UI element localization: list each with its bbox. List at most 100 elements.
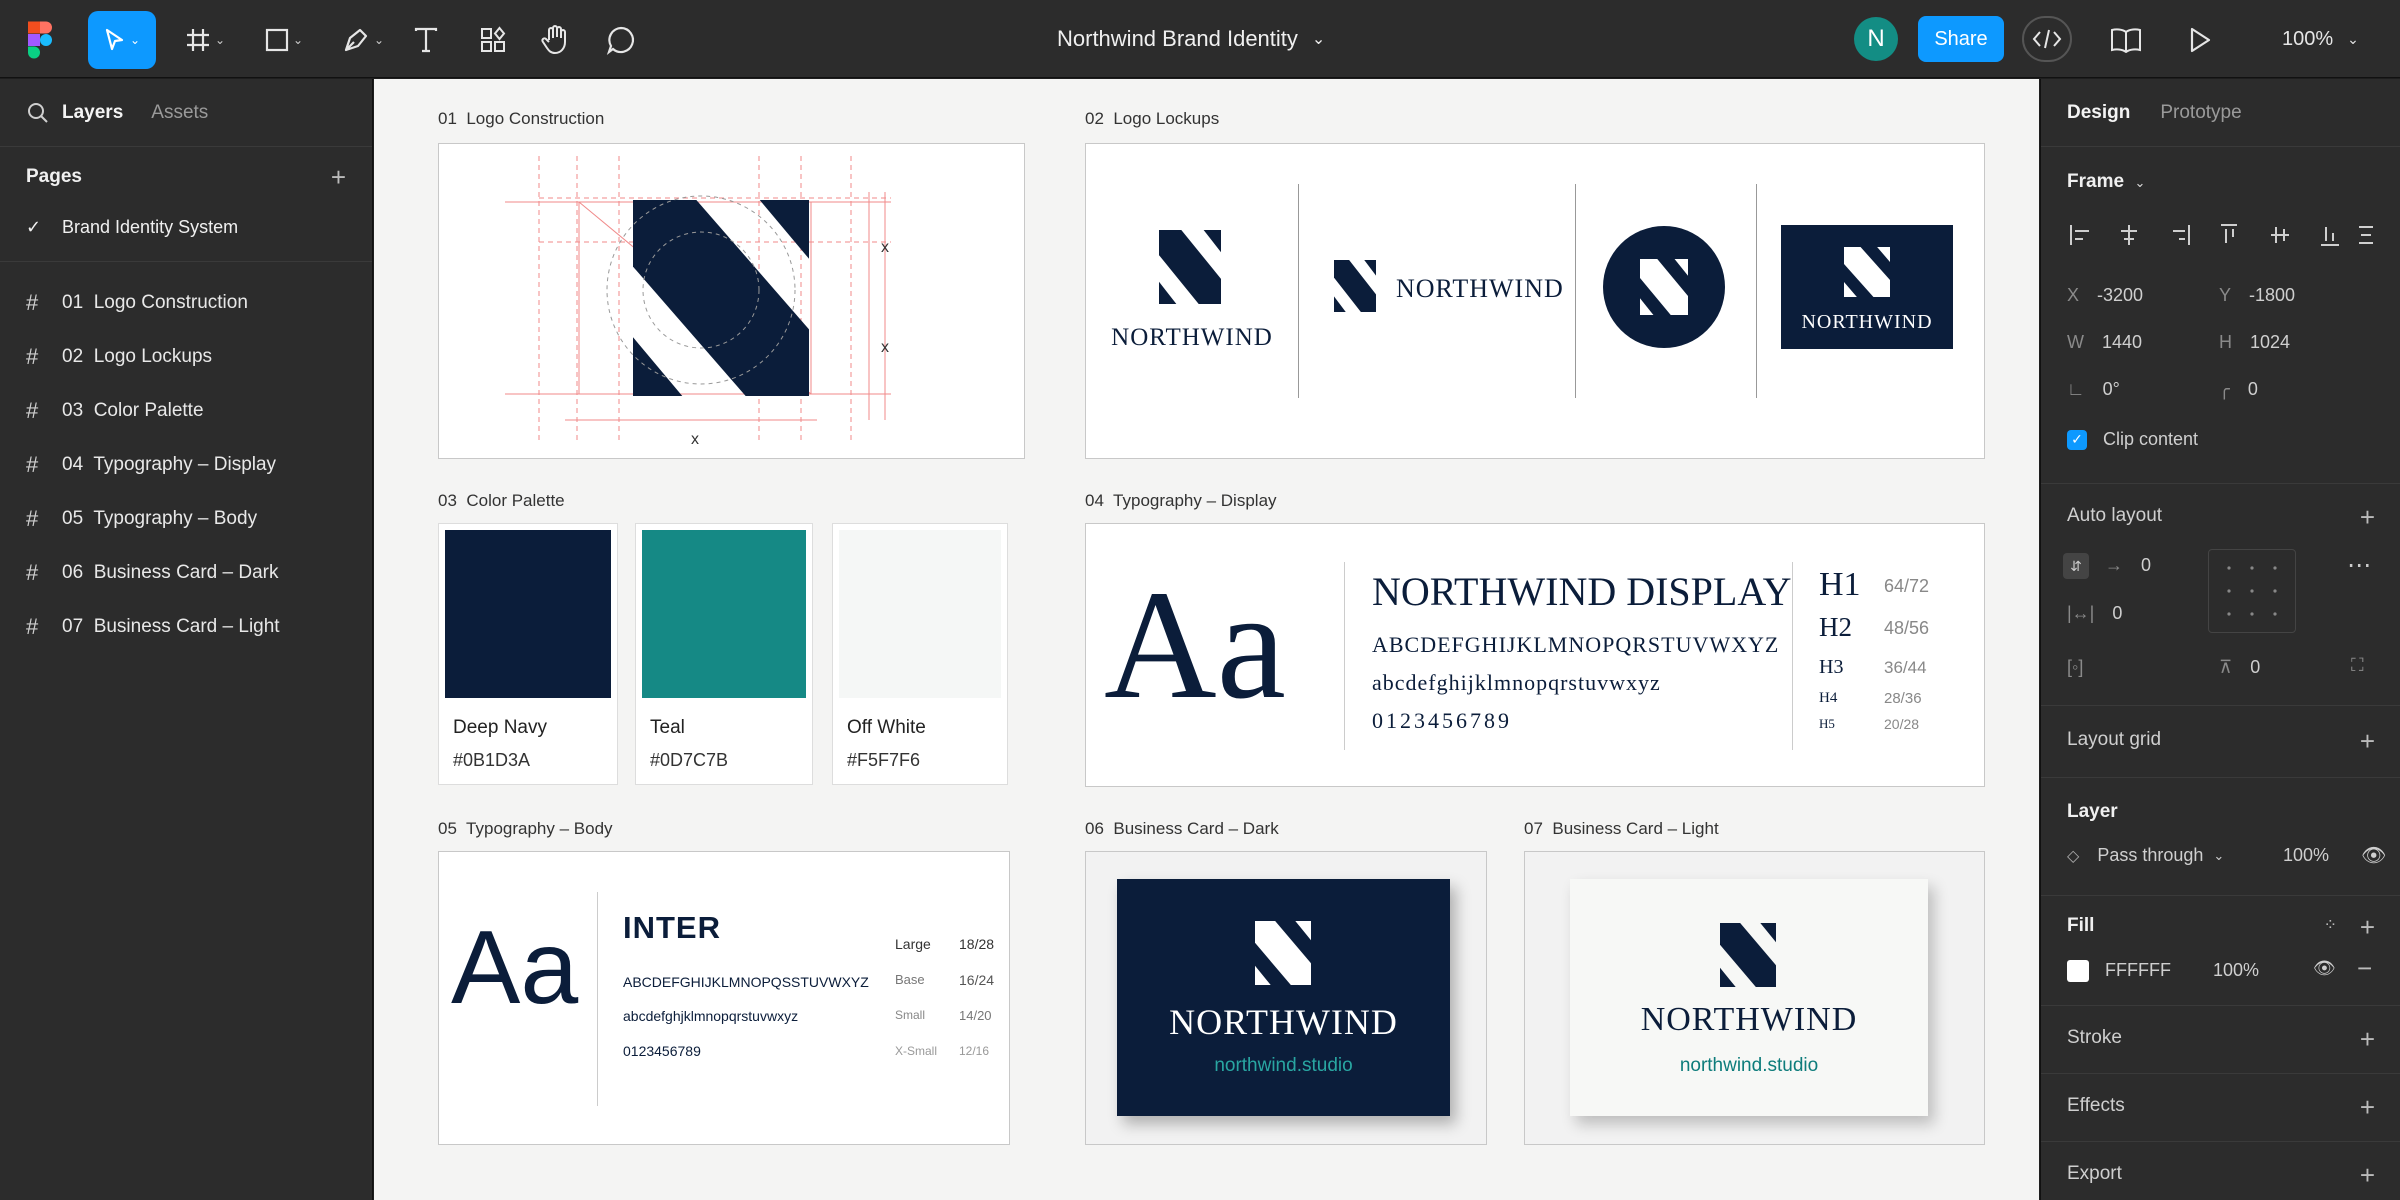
eye-icon[interactable]: 👁 [2313,958,2336,979]
scale-size: 12/16 [959,1044,990,1058]
swatch-color [642,530,806,698]
frame-label-typography-display[interactable]: 04 Typography – Display [1085,491,1277,511]
horizontal-padding-field[interactable]: |↔| 0 [2067,603,2122,624]
comment-tool-button[interactable] [602,11,640,69]
add-fill-icon[interactable]: + [2360,914,2375,940]
swatch-color [445,530,611,698]
present-button[interactable] [2182,11,2218,69]
vertical-padding-field[interactable]: ⊼ 0 [2219,657,2260,678]
resize-icon[interactable]: ⛶ [2351,655,2364,676]
fill-swatch[interactable] [2067,960,2089,982]
direction-horizontal-field[interactable]: → 0 [2105,555,2151,576]
layer-item-frame-04[interactable]: #04 Typography – Display [0,438,372,492]
x-field[interactable]: X -3200 [2067,285,2143,306]
layer-item-frame-06[interactable]: #06 Business Card – Dark [0,546,372,600]
text-tool-button[interactable] [408,11,444,69]
library-button[interactable] [2106,11,2146,69]
styles-icon[interactable]: ⁘ [2324,915,2337,935]
shape-tool-button[interactable]: ⌄ [254,11,314,69]
frame-business-card-dark[interactable]: NORTHWIND northwind.studio [1085,851,1487,1145]
scale-tag: Large [895,936,931,952]
hand-tool-button[interactable] [536,11,576,69]
direction-vertical-icon[interactable]: ⇵ [2063,553,2089,579]
distribute-icon[interactable] [2359,226,2373,244]
frame-typography-display[interactable]: Aa NORTHWIND DISPLAY ABCDEFGHIJKLMNOPQRS… [1085,523,1985,787]
scale-tag: X-Small [895,1044,938,1058]
figma-logo-icon[interactable] [20,11,60,69]
tab-layers[interactable]: Layers [62,102,123,124]
eye-icon[interactable]: 👁 [2361,843,2386,868]
construction-mark: x [881,339,889,356]
layer-item-frame-05[interactable]: #05 Typography – Body [0,492,372,546]
remove-fill-icon[interactable]: − [2357,953,2372,984]
scale-tag: H4 [1819,690,1838,706]
layer-item-frame-07[interactable]: #07 Business Card – Light [0,600,372,654]
add-export-icon[interactable]: + [2360,1162,2375,1188]
rotation-field[interactable]: ∟ 0° [2067,379,2120,400]
align-center-v-icon[interactable] [2271,227,2289,243]
share-button[interactable]: Share [1918,16,2004,62]
add-effect-icon[interactable]: + [2360,1094,2375,1120]
frame-label-color-palette[interactable]: 03 Color Palette [438,491,565,511]
layer-opacity-field[interactable]: 100% [2283,845,2329,866]
add-layout-grid-icon[interactable]: + [2360,728,2375,754]
tab-design[interactable]: Design [2067,102,2130,124]
frame-type-dropdown[interactable]: Frame [2067,171,2124,192]
add-auto-layout-icon[interactable]: + [2360,504,2375,530]
fill-opacity-field[interactable]: 100% [2213,960,2259,981]
frame-label-typography-body[interactable]: 05 Typography – Body [438,819,613,839]
search-icon[interactable] [26,101,50,125]
frame-label-business-card-dark[interactable]: 06 Business Card – Dark [1085,819,1279,839]
frame-logo-lockups[interactable]: NORTHWIND NORTHWIND NORTHWIND [1085,143,1985,459]
frame-label-logo-lockups[interactable]: 02 Logo Lockups [1085,109,1219,129]
swatch-name: Off White [847,717,926,738]
frame-business-card-light[interactable]: NORTHWIND northwind.studio [1524,851,1985,1145]
add-page-icon[interactable]: + [331,162,346,193]
dev-mode-button[interactable] [2022,16,2072,62]
frame-logo-construction[interactable]: x x x [438,143,1025,459]
layer-item-frame-01[interactable]: #01 Logo Construction [0,276,372,330]
move-tool-button[interactable]: ⌄ [88,11,156,69]
align-right-icon[interactable] [2173,225,2190,245]
width-field[interactable]: W 1440 [2067,332,2142,353]
frame-tool-button[interactable]: ⌄ [174,11,236,69]
blend-mode-dropdown[interactable]: ◇ Pass through ⌄ [2067,845,2224,866]
tab-assets[interactable]: Assets [151,102,208,124]
document-title[interactable]: Northwind Brand Identity ⌄ [1057,0,1325,78]
align-top-icon[interactable] [2221,224,2237,243]
align-bottom-icon[interactable] [2321,227,2339,246]
northwind-logo-mark [1720,923,1776,987]
y-label: Y [2219,285,2232,305]
frame-label-business-card-light[interactable]: 07 Business Card – Light [1524,819,1719,839]
frame-label-logo-construction[interactable]: 01 Logo Construction [438,109,604,129]
fill-hex-field[interactable]: FFFFFF [2105,960,2171,981]
tab-prototype[interactable]: Prototype [2160,102,2241,124]
clip-frame-icon[interactable]: [◦] [2067,657,2083,678]
left-panel-tabs: Layers Assets [0,79,372,147]
frame-typography-body[interactable]: Aa INTER ABCDEFGHIJKLMNOPQSSTUVWXYZ abcd… [438,851,1010,1145]
layer-item-frame-02[interactable]: #02 Logo Lockups [0,330,372,384]
y-field[interactable]: Y -1800 [2219,285,2295,306]
canvas[interactable]: 01 Logo Construction x x x 02 Logo Locku… [374,79,2039,1200]
corner-radius-field[interactable]: ╭ 0 [2219,379,2258,400]
frame-icon [186,29,209,51]
height-field[interactable]: H 1024 [2219,332,2290,353]
clip-content-checkbox[interactable]: ✓ Clip content [2067,429,2198,450]
zoom-dropdown[interactable]: 100% ⌄ [2282,0,2359,78]
pen-tool-button[interactable]: ⌄ [332,11,394,69]
avatar[interactable]: N [1854,17,1898,61]
swatch-off-white[interactable]: Off White #F5F7F6 [832,523,1008,785]
add-stroke-icon[interactable]: + [2360,1026,2375,1052]
frame-section: Frame ⌄ [2041,171,2400,193]
align-center-h-icon[interactable] [2121,225,2137,245]
alignment-grid[interactable] [2208,549,2296,633]
fill-section: Fill ⁘ + [2041,914,2400,940]
swatch-deep-navy[interactable]: Deep Navy #0B1D3A [438,523,618,785]
align-left-icon[interactable] [2070,225,2089,245]
more-options-icon[interactable]: ⋯ [2347,551,2372,580]
swatch-teal[interactable]: Teal #0D7C7B [635,523,813,785]
page-item-current[interactable]: ✓ Brand Identity System [0,207,372,247]
card-wordmark: NORTHWIND [1640,1001,1858,1038]
layer-item-frame-03[interactable]: #03 Color Palette [0,384,372,438]
resources-button[interactable] [474,11,512,69]
